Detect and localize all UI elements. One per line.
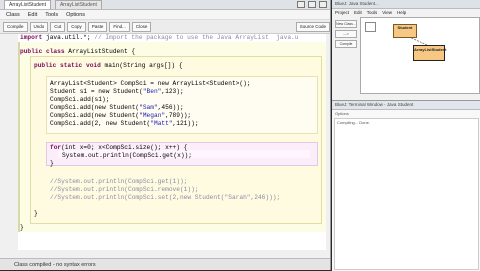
menu-options[interactable]: Options — [66, 12, 85, 18]
class-student[interactable]: Student — [393, 24, 417, 38]
menu-edit[interactable]: Edit — [354, 9, 362, 17]
find-button[interactable]: Find... — [109, 21, 130, 32]
code-line: CompSci.add(s1); — [50, 96, 110, 103]
code-line: CompSci.add(new Student("Sam",456)); — [50, 104, 184, 111]
code-line: } — [34, 210, 38, 217]
code-line: import java.util.*; // Import the packag… — [20, 34, 299, 41]
terminal-title: BlueJ: Terminal Window - Java Student — [332, 101, 480, 110]
maximize-icon[interactable] — [308, 1, 316, 8]
terminal-output[interactable]: Compiling... Done. — [334, 118, 479, 270]
terminal-options[interactable]: Options — [332, 110, 480, 117]
menu-view[interactable]: View — [382, 9, 392, 17]
bluej-project-window: BlueJ: Java Student... Project Edit Tool… — [332, 0, 480, 271]
menu-class[interactable]: Class — [6, 12, 20, 18]
editor-toolbar: Compile Undo Cut Copy Paste Find... Clos… — [0, 19, 330, 34]
bluej-sidebar: New Class... ---> Compile — [335, 20, 357, 50]
menu-tools[interactable]: Tools — [45, 12, 58, 18]
code-line: ArrayList<Student> CompSci = new ArrayLi… — [50, 80, 251, 87]
compile-button[interactable]: Compile — [335, 40, 357, 48]
menu-edit[interactable]: Edit — [28, 12, 37, 18]
editor-tab[interactable]: ArrayListStudent — [4, 0, 51, 9]
code-line: System.out.println(CompSci.get(x)); — [62, 152, 192, 159]
bluej-titlebar: BlueJ: Java Student... — [332, 0, 480, 9]
code-line: } — [50, 160, 54, 167]
menu-project[interactable]: Project — [335, 9, 349, 17]
code-line: //System.out.println(CompSci.get(1)); — [50, 178, 188, 185]
class-diagram: Student ArrayListStudent — [360, 17, 480, 94]
editor-window: ArrayListStudent ArrayListStudent Class … — [0, 0, 331, 270]
cut-button[interactable]: Cut — [50, 21, 66, 32]
class-arrayliststudent[interactable]: ArrayListStudent — [413, 45, 446, 61]
new-class-button[interactable]: New Class... — [335, 20, 357, 28]
code-line: //System.out.println(CompSci.set(2,new S… — [50, 194, 281, 201]
compile-button[interactable]: Compile — [3, 21, 28, 32]
code-line: public class ArrayListStudent { — [20, 48, 136, 55]
editor-tab[interactable]: ArrayListStudent — [54, 0, 102, 9]
code-line: for(int x=0; x<CompSci.size(); x++) { — [50, 144, 188, 151]
view-select[interactable]: Source Code — [295, 21, 330, 32]
minimize-icon[interactable] — [297, 1, 305, 8]
code-line: CompSci.add(2, new Student("Matt",121)); — [50, 120, 199, 127]
editor-titlebar: ArrayListStudent ArrayListStudent — [0, 0, 330, 10]
code-line: Student s1 = new Student("Ben",123); — [50, 88, 184, 95]
close-button[interactable]: Close — [131, 21, 152, 32]
close-icon[interactable] — [319, 1, 327, 8]
menu-tools[interactable]: Tools — [367, 9, 378, 17]
status-bar: Class compiled - no syntax errors — [0, 258, 330, 270]
code-line: CompSci.add(new Student("Megan",789)); — [50, 112, 192, 119]
terminal-header: Compiling... Done. — [337, 120, 370, 125]
bluej-menubar: Project Edit Tools View Help — [332, 9, 480, 17]
terminal-window: BlueJ: Terminal Window - Java Student Op… — [332, 100, 480, 271]
code-editor[interactable]: import java.util.*; // Import the packag… — [18, 34, 326, 250]
paste-button[interactable]: Paste — [87, 21, 108, 32]
code-line: //System.out.println(CompSci.remove(1)); — [50, 186, 199, 193]
arrow-button[interactable]: ---> — [335, 30, 357, 38]
menu-help[interactable]: Help — [397, 9, 406, 17]
editor-menubar: Class Edit Tools Options — [0, 10, 330, 19]
code-line: public static void main(String args[]) { — [34, 62, 183, 69]
undo-button[interactable]: Undo — [29, 21, 49, 32]
copy-button[interactable]: Copy — [67, 21, 86, 32]
code-line: } — [20, 224, 24, 231]
